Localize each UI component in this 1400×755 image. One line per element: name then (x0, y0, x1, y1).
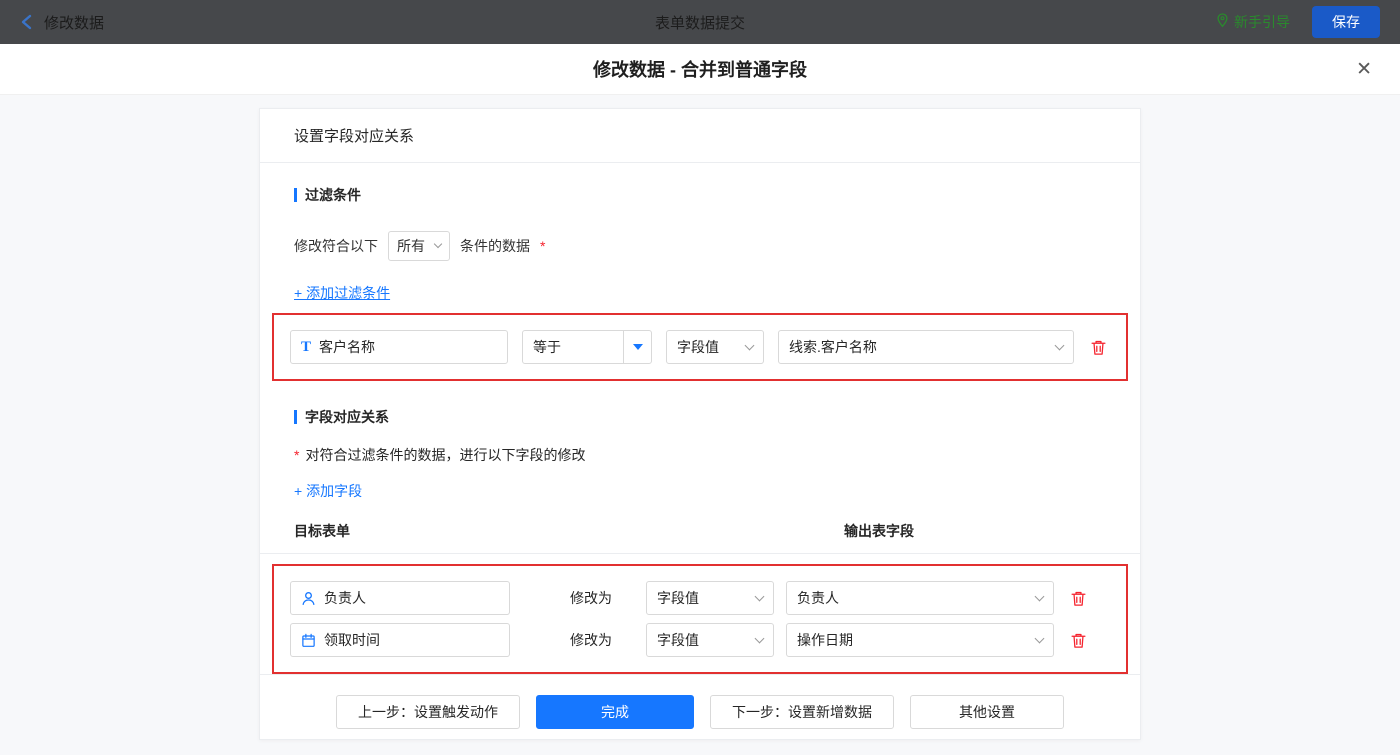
done-button[interactable]: 完成 (536, 695, 694, 729)
prev-step-button[interactable]: 上一步：设置触发动作 (336, 695, 520, 729)
target-field-value: 负责人 (324, 590, 366, 606)
target-field-input[interactable]: 领取时间 (290, 623, 510, 657)
condition-suffix: 条件的数据 (460, 238, 530, 254)
filter-field-input[interactable]: T 客户名称 (290, 330, 508, 364)
mapping-value-type: 字段值 (657, 632, 699, 648)
section-accent-bar (294, 188, 297, 202)
mapping-column-headers: 目标表单 输出表字段 (294, 521, 1106, 553)
modal-header: 修改数据 - 合并到普通字段 ✕ (0, 44, 1400, 95)
delete-filter-button[interactable] (1090, 339, 1107, 356)
card-header: 设置字段对应关系 (260, 109, 1140, 163)
chevron-down-icon (744, 340, 755, 350)
required-mark: * (294, 447, 300, 463)
mapping-row: 领取时间 修改为 字段值 操作日期 (290, 623, 1110, 657)
page-background: 设置字段对应关系 过滤条件 修改符合以下 所有 条件的数据 * + 添加过滤条件 (0, 95, 1400, 755)
trash-icon (1091, 340, 1106, 355)
divider (260, 553, 1140, 554)
condition-prefix: 修改符合以下 (294, 238, 378, 254)
operator-value: 等于 (533, 339, 561, 355)
card-body: 过滤条件 修改符合以下 所有 条件的数据 * + 添加过滤条件 T 客户名称 等… (260, 163, 1140, 674)
add-field-link[interactable]: + 添加字段 (294, 481, 362, 501)
mapping-description-row: * 对符合过滤条件的数据，进行以下字段的修改 (294, 445, 1106, 465)
condition-scope-select[interactable]: 所有 (388, 231, 450, 261)
mapping-section-label: 字段对应关系 (305, 409, 389, 425)
user-icon (301, 591, 316, 606)
scope-select-value: 所有 (397, 238, 425, 254)
chevron-down-icon (1034, 591, 1045, 601)
other-settings-button[interactable]: 其他设置 (910, 695, 1064, 729)
back-label: 修改数据 (44, 14, 105, 32)
beginner-guide-button[interactable]: 新手引导 (1216, 12, 1290, 32)
mapping-value-select[interactable]: 操作日期 (786, 623, 1054, 657)
modify-to-label: 修改为 (570, 590, 612, 606)
mapping-value: 操作日期 (797, 632, 853, 648)
modify-to-label: 修改为 (570, 632, 612, 648)
chevron-down-icon (1054, 340, 1065, 350)
column-output-field: 输出表字段 (844, 523, 914, 539)
mapping-value-type: 字段值 (657, 590, 699, 606)
filter-section-label: 过滤条件 (305, 187, 361, 203)
calendar-icon (301, 633, 316, 648)
close-icon[interactable]: ✕ (1352, 58, 1376, 81)
add-filter-condition-link[interactable]: + 添加过滤条件 (294, 283, 390, 303)
filter-section-title: 过滤条件 (294, 185, 1106, 205)
card-footer: 上一步：设置触发动作 完成 下一步：设置新增数据 其他设置 (260, 674, 1140, 751)
required-mark: * (540, 238, 546, 254)
delete-mapping-button[interactable] (1070, 590, 1087, 607)
filter-value-select[interactable]: 线索.客户名称 (778, 330, 1074, 364)
mapping-value-select[interactable]: 负责人 (786, 581, 1054, 615)
mapping-row: 负责人 修改为 字段值 负责人 (290, 581, 1110, 615)
mapping-value-type-select[interactable]: 字段值 (646, 623, 774, 657)
filter-value: 线索.客户名称 (789, 339, 877, 355)
condition-scope-row: 修改符合以下 所有 条件的数据 * (294, 231, 1106, 261)
column-target-form: 目标表单 (294, 523, 350, 539)
highlight-box-filter: T 客户名称 等于 字段值 线索.客户名称 (272, 313, 1128, 381)
location-pin-icon (1216, 13, 1229, 31)
settings-card: 设置字段对应关系 过滤条件 修改符合以下 所有 条件的数据 * + 添加过滤条件 (259, 108, 1141, 740)
filter-condition-row: T 客户名称 等于 字段值 线索.客户名称 (290, 330, 1110, 364)
mapping-section-title: 字段对应关系 (294, 407, 1106, 427)
chevron-down-icon (1034, 633, 1045, 643)
target-field-input[interactable]: 负责人 (290, 581, 510, 615)
back-button[interactable]: 修改数据 (20, 12, 104, 33)
guide-label: 新手引导 (1234, 14, 1290, 30)
back-chevron-icon (20, 14, 34, 30)
chevron-down-icon (754, 633, 765, 643)
next-step-button[interactable]: 下一步：设置新增数据 (710, 695, 894, 729)
mapping-description: 对符合过滤条件的数据，进行以下字段的修改 (305, 447, 586, 463)
operator-select[interactable]: 等于 (522, 330, 652, 364)
save-button[interactable]: 保存 (1312, 6, 1380, 38)
text-field-icon: T (301, 338, 312, 355)
chevron-down-icon (433, 239, 443, 249)
target-field-value: 领取时间 (324, 632, 380, 648)
caret-down-icon (632, 344, 643, 350)
highlight-box-mapping: 负责人 修改为 字段值 负责人 领取时间 修改为 字段值 操作日期 (272, 564, 1128, 674)
delete-mapping-button[interactable] (1070, 632, 1087, 649)
mapping-value-type-select[interactable]: 字段值 (646, 581, 774, 615)
trash-icon (1071, 591, 1086, 606)
mapping-value: 负责人 (797, 590, 839, 606)
filter-field-value: 客户名称 (319, 339, 376, 355)
filter-value-type: 字段值 (677, 339, 719, 355)
filter-value-type-select[interactable]: 字段值 (666, 330, 764, 364)
operator-caret-button[interactable] (623, 331, 651, 363)
section-accent-bar (294, 410, 297, 424)
chevron-down-icon (754, 591, 765, 601)
page-title: 表单数据提交 (654, 14, 745, 32)
modal-title: 修改数据 - 合并到普通字段 (593, 60, 807, 80)
trash-icon (1071, 633, 1086, 648)
topbar: 修改数据 表单数据提交 新手引导 保存 (0, 0, 1400, 44)
